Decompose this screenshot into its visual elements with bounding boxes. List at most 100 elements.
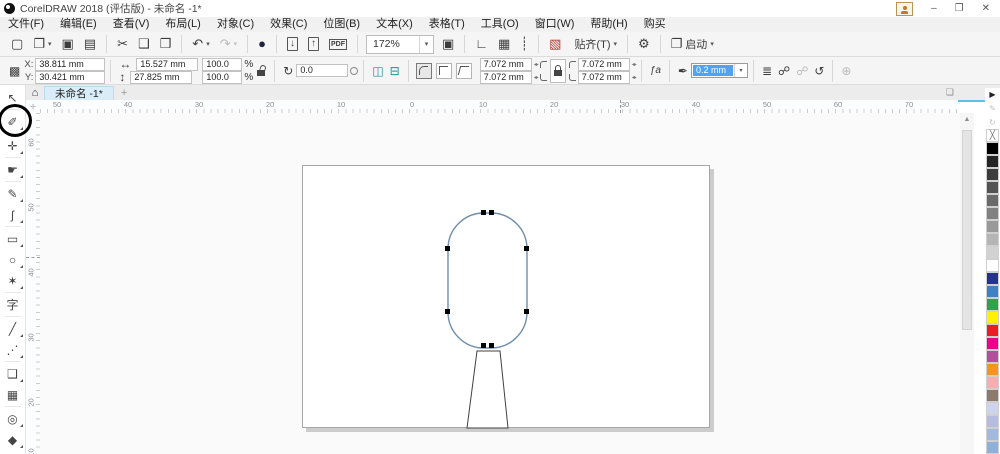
color-swatch[interactable] [986,142,999,155]
copy-button[interactable]: ❑ [134,34,154,54]
color-swatch[interactable] [986,441,999,454]
chevron-down-icon[interactable]: ▾ [419,36,433,53]
menu-buy[interactable]: 购买 [636,17,674,32]
color-swatch[interactable] [986,298,999,311]
color-swatch[interactable] [986,155,999,168]
vertical-ruler[interactable]: 605040302010 [26,113,41,454]
node-top-left[interactable] [481,210,486,215]
text-tool[interactable]: 字 [2,294,24,315]
publish-pdf-button[interactable]: PDF [325,34,351,54]
corner-radius-tl-field[interactable]: 7.072 mm [480,58,532,71]
menu-table[interactable]: 表格(T) [421,17,473,32]
color-swatch[interactable] [986,246,999,259]
selection-nodes[interactable] [445,210,529,348]
account-icon[interactable] [896,2,913,16]
outline-width-combo[interactable]: 0.2 mm ▾ [691,63,748,78]
color-swatch[interactable] [986,363,999,376]
color-swatch[interactable] [986,272,999,285]
open-button[interactable]: ❐▾ [29,34,55,54]
color-swatch[interactable] [986,350,999,363]
dimension-tool[interactable]: ╱ [2,318,24,339]
drop-shadow-tool[interactable]: ❑ [2,363,24,384]
import-button[interactable]: ↓ [283,34,302,54]
menu-layout[interactable]: 布局(L) [157,17,208,32]
node-bottom-left[interactable] [481,343,486,348]
vertical-scrollbar[interactable]: ▲ [960,113,974,454]
menu-file[interactable]: 文件(F) [0,17,52,32]
node-right-upper[interactable] [524,246,529,251]
save-button[interactable]: ▣ [57,34,77,54]
print-button[interactable]: ▤ [80,34,100,54]
bezier-tool[interactable]: ʃ [2,204,24,225]
outline-width-value[interactable]: 0.2 mm [693,65,733,76]
menu-window[interactable]: 窗口(W) [527,17,583,32]
color-swatch[interactable] [986,428,999,441]
export-button[interactable]: ↑ [304,34,323,54]
connector-tool[interactable]: ⋰ [2,339,24,360]
new-document-button[interactable]: ▢ [7,34,27,54]
transparency-tool[interactable]: ▦ [2,384,24,405]
snap-to-button[interactable]: 贴齐(T)▾ [567,34,621,54]
cut-button[interactable]: ✂ [113,34,132,54]
link-curves-button[interactable]: ☍ [778,64,790,78]
scale-x-field[interactable]: 100.0 [202,58,242,71]
menu-text[interactable]: 文本(X) [368,17,421,32]
fullscreen-preview-button[interactable]: ▣ [438,34,458,54]
polygon-tool[interactable]: ✶ [2,270,24,291]
corner-radius-bl-field[interactable]: 7.072 mm [480,71,532,84]
menu-view[interactable]: 查看(V) [105,17,158,32]
edit-corners-together-button[interactable] [550,59,566,83]
show-guidelines-button[interactable]: ┊ [516,34,532,54]
drawing-canvas[interactable] [40,113,960,454]
chevron-down-icon[interactable]: ▾ [48,40,52,48]
document-tab[interactable]: 未命名 -1* [44,86,114,100]
palette-flyout-icon[interactable]: ▶ [985,88,1000,102]
show-rulers-button[interactable]: ∟ [471,34,492,54]
undo-button[interactable]: ↶▾ [188,34,213,54]
wrap-paragraph-text-button[interactable]: ƒa [650,65,661,76]
stepper-icon[interactable]: ◂▸ [534,61,538,68]
color-swatch[interactable] [986,376,999,389]
mirror-horizontal-button[interactable]: ◫ [372,64,383,78]
crop-tool[interactable]: ✛ [2,135,24,156]
node-bottom-right[interactable] [489,343,494,348]
color-swatch[interactable] [986,389,999,402]
width-field[interactable]: 15.527 mm [136,58,198,71]
mirror-vertical-button[interactable]: ⊟ [390,64,400,78]
alignment-guides-button[interactable]: ▧ [545,34,565,54]
rounded-rectangle-shape[interactable] [448,213,527,348]
options-button[interactable]: ⚙ [634,34,654,54]
rectangle-tool[interactable]: ▭ [2,228,24,249]
ruler-origin-corner[interactable]: ✛ [26,100,41,114]
minimize-button[interactable]: – [931,3,937,14]
wrap-text-icon[interactable]: ≣ [762,64,772,78]
chevron-down-icon[interactable]: ▾ [710,40,714,48]
interactive-fill-tool[interactable]: ◆ [2,429,24,450]
menu-object[interactable]: 对象(C) [209,17,262,32]
color-swatch[interactable] [986,233,999,246]
scalloped-corner-button[interactable] [436,63,452,79]
stepper-icon[interactable]: ◂▸ [632,61,636,68]
color-swatch[interactable] [986,285,999,298]
zoom-level-value[interactable]: 172% [367,38,419,50]
menu-effects[interactable]: 效果(C) [262,17,315,32]
lock-ratio-button[interactable] [257,66,265,76]
node-right-lower[interactable] [524,309,529,314]
restore-button[interactable]: ❐ [955,3,964,14]
color-swatch[interactable] [986,402,999,415]
home-icon[interactable]: ⌂ [26,87,44,99]
node-left-upper[interactable] [445,246,450,251]
chevron-down-icon[interactable]: ▾ [206,40,210,48]
color-swatch[interactable] [986,168,999,181]
corner-radius-tr-field[interactable]: 7.072 mm [578,58,630,71]
y-position-field[interactable]: 30.421 mm [35,71,105,84]
launch-button[interactable]: ❐启动▾ [667,34,718,54]
close-button[interactable]: ✕ [982,3,990,14]
menu-bitmaps[interactable]: 位图(B) [315,17,368,32]
pan-tool[interactable]: ☛ [2,159,24,180]
rotation-angle-field[interactable]: 0.0 [296,64,348,77]
paste-button[interactable]: ❒ [156,34,176,54]
menu-help[interactable]: 帮助(H) [582,17,635,32]
menu-edit[interactable]: 编辑(E) [52,17,105,32]
node-top-right[interactable] [489,210,494,215]
